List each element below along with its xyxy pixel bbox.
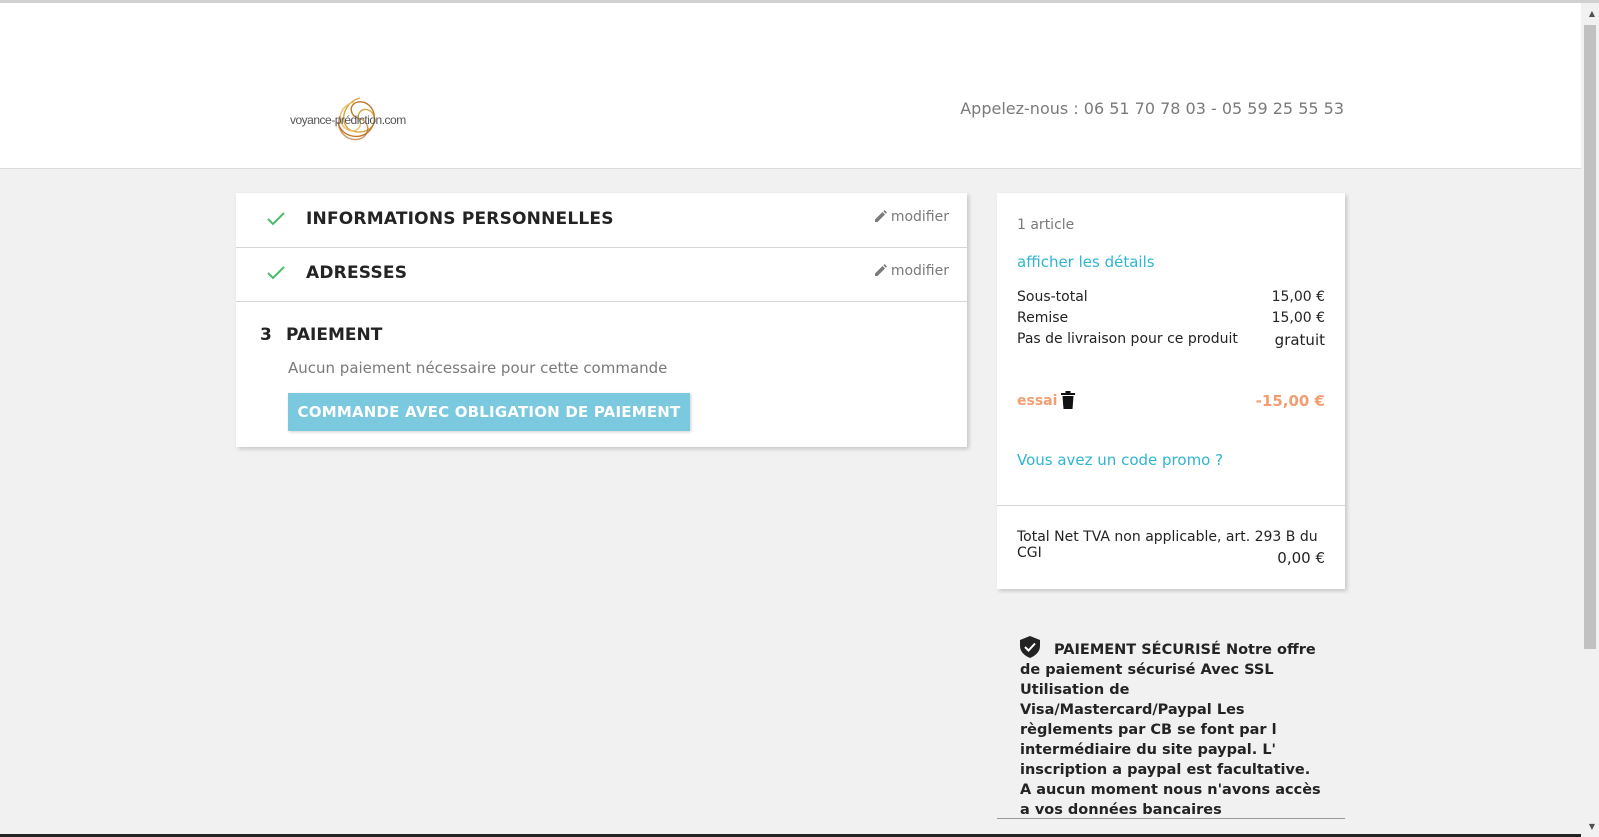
- step-addresses[interactable]: ADRESSES modifier: [236, 247, 967, 302]
- modify-label: modifier: [890, 209, 949, 225]
- site-logo[interactable]: voyance-prédiction.com: [290, 85, 450, 149]
- divider: [997, 818, 1345, 819]
- subtotal-line: Sous-total 15,00 €: [1017, 289, 1325, 305]
- cart-summary: 1 article afficher les détails Sous-tota…: [997, 193, 1345, 589]
- subtotal-value: 15,00 €: [1271, 289, 1325, 305]
- shield-check-icon: [1020, 636, 1040, 658]
- secure-payment-text: PAIEMENT SÉCURISÉ Notre offre de paiemen…: [1020, 642, 1321, 818]
- discount-value: 15,00 €: [1271, 310, 1325, 326]
- vertical-scrollbar[interactable]: ▲ ▼: [1581, 3, 1599, 837]
- pencil-icon: [874, 264, 887, 276]
- voucher-value: -15,00 €: [1255, 392, 1325, 410]
- subtotal-label: Sous-total: [1017, 289, 1088, 305]
- total-value: 0,00 €: [1277, 549, 1325, 567]
- step-title: ADRESSES: [306, 263, 408, 283]
- place-order-button[interactable]: COMMANDE AVEC OBLIGATION DE PAIEMENT: [288, 393, 690, 431]
- scrollbar-thumb[interactable]: [1584, 25, 1596, 649]
- scroll-up-arrow-icon[interactable]: ▲: [1589, 9, 1595, 18]
- site-header: voyance-prédiction.com Appelez-nous : 06…: [0, 3, 1581, 169]
- shipping-line: Pas de livraison pour ce produit gratuit: [1017, 331, 1325, 349]
- payment-step-title: PAIEMENT: [286, 325, 383, 345]
- shipping-label: Pas de livraison pour ce produit: [1017, 331, 1238, 347]
- shipping-value: gratuit: [1274, 331, 1325, 349]
- modify-label: modifier: [890, 263, 949, 279]
- promo-code-link[interactable]: Vous avez un code promo ?: [1017, 451, 1223, 469]
- discount-line: Remise 15,00 €: [1017, 310, 1325, 326]
- step-title: INFORMATIONS PERSONNELLES: [306, 209, 614, 229]
- trash-icon[interactable]: [1061, 391, 1075, 409]
- checkout-steps: INFORMATIONS PERSONNELLES modifier ADRES…: [236, 193, 967, 447]
- modify-personal-info-link[interactable]: modifier: [874, 209, 949, 225]
- voucher-name: essai: [1017, 393, 1058, 409]
- modify-addresses-link[interactable]: modifier: [874, 263, 949, 279]
- payment-note: Aucun paiement nécessaire pour cette com…: [288, 359, 668, 377]
- scroll-down-arrow-icon[interactable]: ▼: [1589, 822, 1595, 831]
- secure-payment-block: PAIEMENT SÉCURISÉ Notre offre de paiemen…: [1020, 636, 1322, 820]
- check-icon: [267, 212, 285, 226]
- logo-text: voyance-prédiction.com: [290, 113, 406, 127]
- phone-contact: Appelez-nous : 06 51 70 78 03 - 05 59 25…: [960, 99, 1344, 118]
- step-personal-info[interactable]: INFORMATIONS PERSONNELLES modifier: [236, 193, 967, 248]
- payment-step-number: 3: [260, 325, 272, 345]
- item-count: 1 article: [1017, 217, 1075, 233]
- discount-label: Remise: [1017, 310, 1069, 326]
- divider: [997, 505, 1345, 506]
- pencil-icon: [874, 210, 887, 222]
- check-icon: [267, 266, 285, 280]
- show-details-link[interactable]: afficher les détails: [1017, 253, 1155, 271]
